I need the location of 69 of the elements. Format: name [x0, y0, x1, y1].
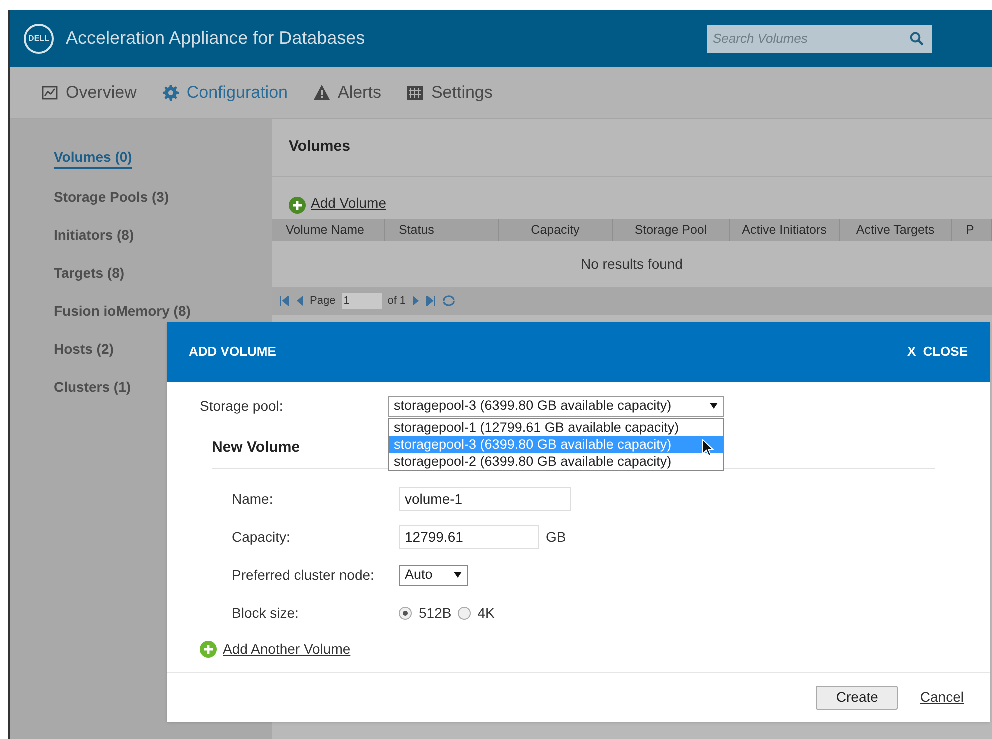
- cancel-link[interactable]: Cancel: [920, 687, 964, 708]
- search-field[interactable]: Search Volumes: [707, 24, 932, 52]
- warning-icon: [314, 85, 330, 100]
- radio-button[interactable]: [399, 606, 412, 620]
- gear-icon: [162, 84, 179, 100]
- app-title: Acceleration Appliance for Databases: [66, 27, 366, 50]
- sidebar-item[interactable]: Hosts (2): [54, 339, 114, 359]
- page-count: of 1: [388, 294, 406, 309]
- sidebar-item[interactable]: Storage Pools (3): [54, 187, 170, 207]
- nav-tab[interactable]: Configuration: [162, 80, 288, 106]
- capacity-field[interactable]: 12799.61: [399, 525, 539, 549]
- nav-tab-label[interactable]: Settings: [431, 80, 493, 106]
- cluster-node-select[interactable]: Auto: [399, 564, 468, 586]
- section-title: Volumes: [289, 137, 350, 158]
- page-field[interactable]: 1: [342, 293, 382, 309]
- page-label: Page: [310, 294, 336, 309]
- caret-icon: [454, 572, 462, 578]
- sidebar-item[interactable]: Volumes (0): [54, 147, 132, 169]
- column-header: Capacity: [499, 219, 613, 241]
- next-page-icon[interactable]: [412, 296, 420, 306]
- dialog-title: ADD VOLUME: [189, 343, 276, 362]
- close-button[interactable]: X CLOSE: [908, 342, 968, 362]
- dropdown-option[interactable]: storagepool-2 (6399.80 GB available capacity): [389, 453, 723, 470]
- column-header: Active Initiators: [730, 219, 840, 241]
- name-field[interactable]: volume-1: [399, 487, 571, 511]
- radio-button[interactable]: [458, 606, 471, 620]
- previous-page-icon[interactable]: [296, 296, 304, 306]
- caret-icon: [710, 403, 718, 409]
- search-icon[interactable]: [910, 32, 924, 46]
- column-header: Storage Pool: [613, 219, 730, 241]
- column-header: P: [952, 219, 992, 241]
- storage-pool-label: Storage pool:: [200, 396, 284, 416]
- nav-tab-label[interactable]: Alerts: [338, 80, 382, 106]
- column-header: Volume Name: [272, 219, 385, 241]
- cursor-icon: [702, 439, 714, 457]
- first-page-icon[interactable]: [280, 296, 290, 306]
- radio-label[interactable]: 4K: [478, 602, 495, 624]
- sidebar-item[interactable]: Initiators (8): [54, 225, 134, 245]
- sidebar-item[interactable]: Clusters (1): [54, 377, 132, 397]
- column-header: Active Targets: [840, 219, 952, 241]
- empty-message: No results found: [581, 254, 683, 274]
- dropdown-option[interactable]: storagepool-1 (12799.61 GB available capacity): [389, 419, 723, 436]
- plus-icon: [289, 197, 306, 214]
- add-volume-link[interactable]: Add Volume: [311, 193, 386, 214]
- nav-tab-label[interactable]: Overview: [66, 80, 137, 106]
- chart-icon: [42, 86, 58, 100]
- refresh-icon[interactable]: [442, 295, 456, 307]
- grid-icon: [407, 86, 424, 100]
- sidebar-item[interactable]: Targets (8): [54, 263, 125, 283]
- new-volume-heading: New Volume: [212, 439, 300, 456]
- radio-label[interactable]: 512B: [419, 602, 452, 624]
- logo-text: DELL: [28, 32, 50, 44]
- name-label: Name:: [232, 490, 274, 508]
- cluster-node-label: Preferred cluster node:: [232, 566, 376, 584]
- nav-tab[interactable]: Settings: [407, 80, 493, 106]
- plus-icon: [200, 641, 217, 658]
- dropdown-option[interactable]: storagepool-3 (6399.80 GB available capacity): [389, 436, 723, 453]
- capacity-unit: GB: [546, 528, 566, 546]
- capacity-label: Capacity:: [232, 528, 292, 547]
- column-header: Status: [385, 219, 499, 241]
- storage-pool-select[interactable]: storagepool-3 (6399.80 GB available capacity): [388, 396, 724, 416]
- add-another-link[interactable]: Add Another Volume: [223, 639, 351, 660]
- nav-tab[interactable]: Overview: [42, 80, 137, 106]
- block-size-label: Block size:: [232, 604, 300, 622]
- sidebar-item[interactable]: Fusion ioMemory (8): [54, 301, 191, 321]
- nav-tab-label[interactable]: Configuration: [186, 80, 288, 106]
- nav-tab[interactable]: Alerts: [314, 80, 382, 106]
- last-page-icon[interactable]: [426, 296, 436, 306]
- create-button[interactable]: Create: [816, 686, 898, 710]
